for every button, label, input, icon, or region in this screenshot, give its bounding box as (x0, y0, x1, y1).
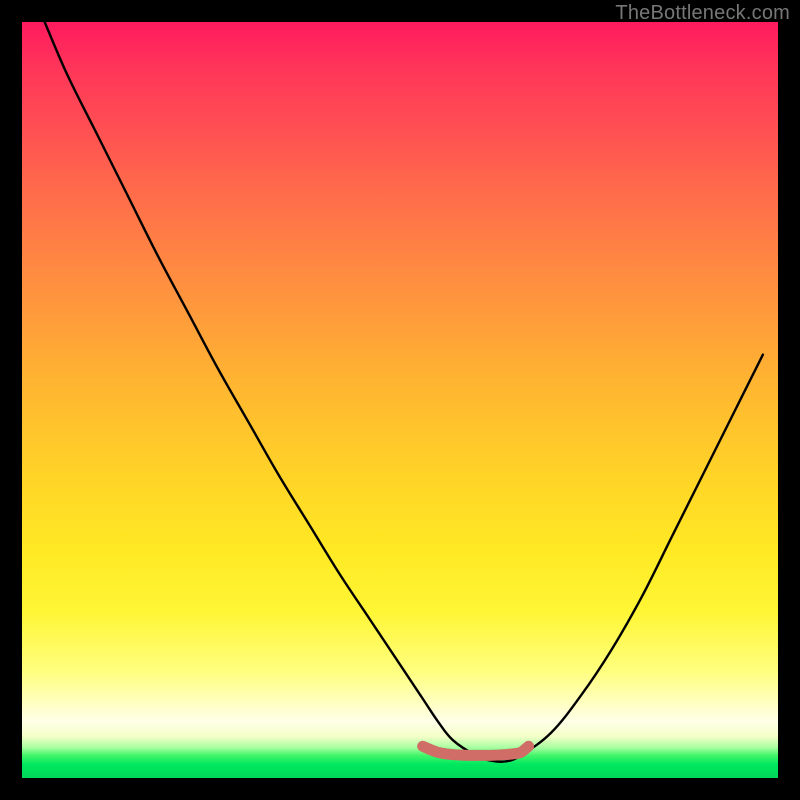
plot-area (22, 22, 778, 778)
sweet-spot-highlight (423, 746, 529, 755)
bottleneck-curve (45, 22, 763, 762)
chart-svg (22, 22, 778, 778)
watermark-text: TheBottleneck.com (615, 2, 790, 25)
chart-frame: TheBottleneck.com (0, 0, 800, 800)
